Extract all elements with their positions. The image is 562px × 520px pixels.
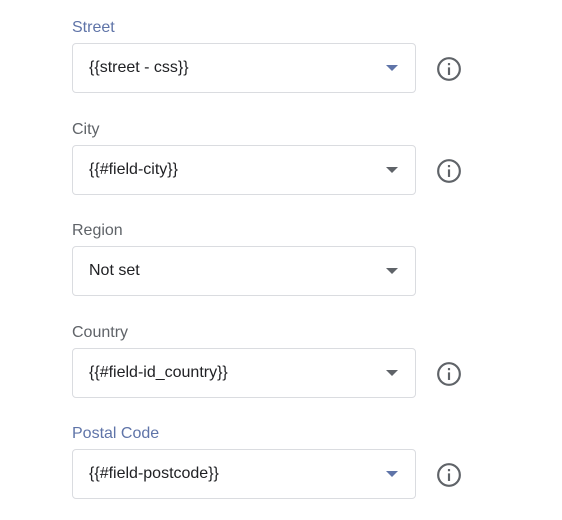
region-select[interactable]: Not set	[72, 246, 416, 296]
region-select-value: Not set	[89, 262, 140, 279]
city-field-group: City {{#field-city}}	[72, 120, 492, 195]
street-select-value: {{street - css}}	[89, 59, 189, 76]
city-select[interactable]: {{#field-city}}	[72, 145, 416, 195]
street-field-group: Street {{street - css}}	[72, 18, 492, 93]
info-icon[interactable]	[436, 158, 462, 184]
city-label: City	[72, 121, 100, 138]
postal-code-field-group: Postal Code {{#field-postcode}}	[72, 424, 492, 499]
caret-down-icon	[386, 471, 398, 477]
region-field-group: Region Not set	[72, 221, 492, 296]
country-select-value: {{#field-id_country}}	[89, 364, 228, 381]
region-label: Region	[72, 222, 123, 239]
address-form: Street {{street - css}} City {{#field-ci…	[0, 0, 562, 520]
street-label: Street	[72, 19, 115, 36]
city-select-value: {{#field-city}}	[89, 161, 178, 178]
country-label: Country	[72, 324, 129, 341]
info-icon[interactable]	[436, 462, 462, 488]
postal-code-select-value: {{#field-postcode}}	[89, 465, 219, 482]
caret-down-icon	[386, 167, 398, 173]
street-select[interactable]: {{street - css}}	[72, 43, 416, 93]
caret-down-icon	[386, 65, 398, 71]
postal-code-label: Postal Code	[72, 425, 160, 442]
country-field-group: Country {{#field-id_country}}	[72, 323, 492, 398]
info-icon[interactable]	[436, 56, 462, 82]
caret-down-icon	[386, 370, 398, 376]
postal-code-select[interactable]: {{#field-postcode}}	[72, 449, 416, 499]
country-select[interactable]: {{#field-id_country}}	[72, 348, 416, 398]
info-icon[interactable]	[436, 361, 462, 387]
caret-down-icon	[386, 268, 398, 274]
